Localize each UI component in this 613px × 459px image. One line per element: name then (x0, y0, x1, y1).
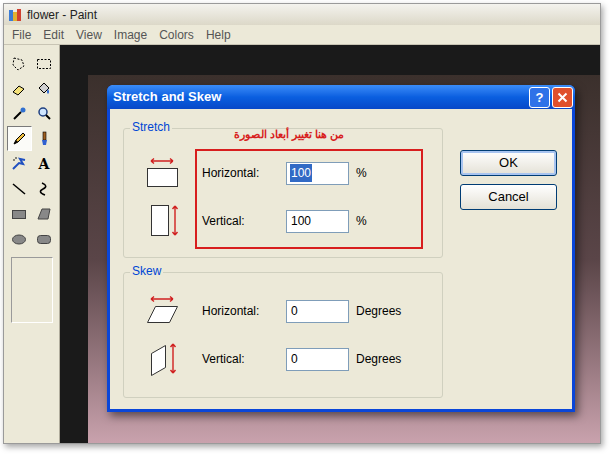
field-input[interactable]: 0 (286, 300, 349, 323)
close-icon (557, 92, 568, 103)
window-title: flower - Paint (27, 6, 97, 24)
field-value: 100 (290, 212, 312, 230)
group-label: Skew (130, 265, 163, 277)
toolbox: A (4, 45, 60, 443)
tool-button[interactable] (7, 76, 32, 101)
tool-button[interactable] (32, 76, 57, 101)
dialog-title: Stretch and Skew (113, 87, 221, 107)
menu-item[interactable]: Image (108, 26, 153, 44)
tool-button[interactable]: A (32, 151, 57, 176)
ellipse-tool-icon (10, 230, 28, 248)
brush-tool-icon (35, 130, 53, 148)
skew-vertical-icon (143, 339, 183, 379)
field-input[interactable]: 100 (286, 210, 349, 233)
close-button[interactable] (552, 87, 573, 108)
skew-horizontal-icon (143, 294, 183, 328)
skew-group: SkewHorizontal:0DegreesVertical:0Degrees (123, 272, 443, 398)
tool-button[interactable] (32, 51, 57, 76)
field-unit: % (356, 164, 367, 182)
rounded-tool-icon (35, 230, 53, 248)
menu-item[interactable]: Colors (153, 26, 200, 44)
curve-tool-icon (35, 180, 53, 198)
field-value: 100 (290, 164, 312, 182)
field-unit: Degrees (356, 350, 401, 368)
tool-button[interactable] (32, 101, 57, 126)
title-bar[interactable]: flower - Paint (4, 4, 600, 25)
free-select-tool-icon (10, 55, 28, 73)
stretch-group: Stretchمن هنا تغيير أبعاد الصورةHorizont… (123, 128, 443, 258)
dialog-body: Stretch من هنا تغيير أبعاد الصورة Horizont… (110, 109, 572, 409)
menu-item[interactable]: Help (200, 26, 237, 44)
tool-button[interactable] (7, 151, 32, 176)
stretch-horizontal-row: Horizontal:100% (124, 149, 442, 197)
text-tool-icon: A (39, 157, 50, 171)
field-value: 0 (290, 302, 299, 320)
tool-button[interactable] (32, 126, 57, 151)
tool-button[interactable] (7, 226, 32, 251)
tool-button[interactable] (7, 51, 32, 76)
annotation-box (195, 149, 423, 249)
stretch-vertical-row: Vertical:100% (124, 197, 442, 245)
airbrush-tool-icon (10, 155, 28, 173)
dialog-button[interactable]: Cancel (460, 184, 557, 210)
menu-item[interactable]: Edit (37, 26, 70, 44)
group-label: Stretch (130, 121, 172, 133)
help-button[interactable]: ? (529, 87, 550, 108)
tool-button[interactable] (7, 176, 32, 201)
field-label: Vertical: (202, 350, 286, 368)
field-unit: % (356, 212, 367, 230)
dialog-title-bar[interactable]: Stretch and Skew? (107, 85, 575, 109)
field-input[interactable]: 100 (286, 162, 349, 185)
tool-button[interactable] (7, 101, 32, 126)
rectangle-tool-icon (10, 205, 28, 223)
polygon-tool-icon (35, 205, 53, 223)
stretch-horizontal-icon (143, 156, 183, 190)
line-tool-icon (10, 180, 28, 198)
tool-options-box[interactable] (11, 257, 53, 323)
field-unit: Degrees (356, 302, 401, 320)
screenshot: flower - PaintFileEditViewImageColorsHel… (0, 0, 613, 459)
field-label: Horizontal: (202, 302, 286, 320)
tool-button[interactable] (7, 201, 32, 226)
tool-button[interactable] (7, 126, 32, 151)
picker-tool-icon (10, 105, 28, 123)
fill-tool-icon (35, 80, 53, 98)
stretch-skew-dialog: Stretch and Skew? Stretch من هنا تغيير أبع… (107, 85, 575, 412)
eraser-tool-icon (10, 80, 28, 98)
field-value: 0 (290, 350, 299, 368)
menu-bar: FileEditViewImageColorsHelp (4, 25, 600, 45)
field-label: Horizontal: (202, 164, 286, 182)
skew-vertical-row: Vertical:0 Degrees (124, 335, 442, 383)
field-label: Vertical: (202, 212, 286, 230)
paint-app-icon (8, 8, 22, 22)
stretch-vertical-icon (143, 201, 183, 241)
magnifier-tool-icon (35, 105, 53, 123)
annotation-text: من هنا تغيير أبعاد الصورة (234, 129, 344, 140)
menu-item[interactable]: File (6, 26, 37, 44)
menu-item[interactable]: View (70, 26, 108, 44)
tool-button[interactable] (32, 226, 57, 251)
pencil-tool-icon (10, 130, 28, 148)
dialog-button[interactable]: OK (460, 150, 557, 176)
tool-button[interactable] (32, 201, 57, 226)
skew-horizontal-row: Horizontal:0 Degrees (124, 287, 442, 335)
field-input[interactable]: 0 (286, 348, 349, 371)
rect-select-tool-icon (35, 55, 53, 73)
tool-button[interactable] (32, 176, 57, 201)
